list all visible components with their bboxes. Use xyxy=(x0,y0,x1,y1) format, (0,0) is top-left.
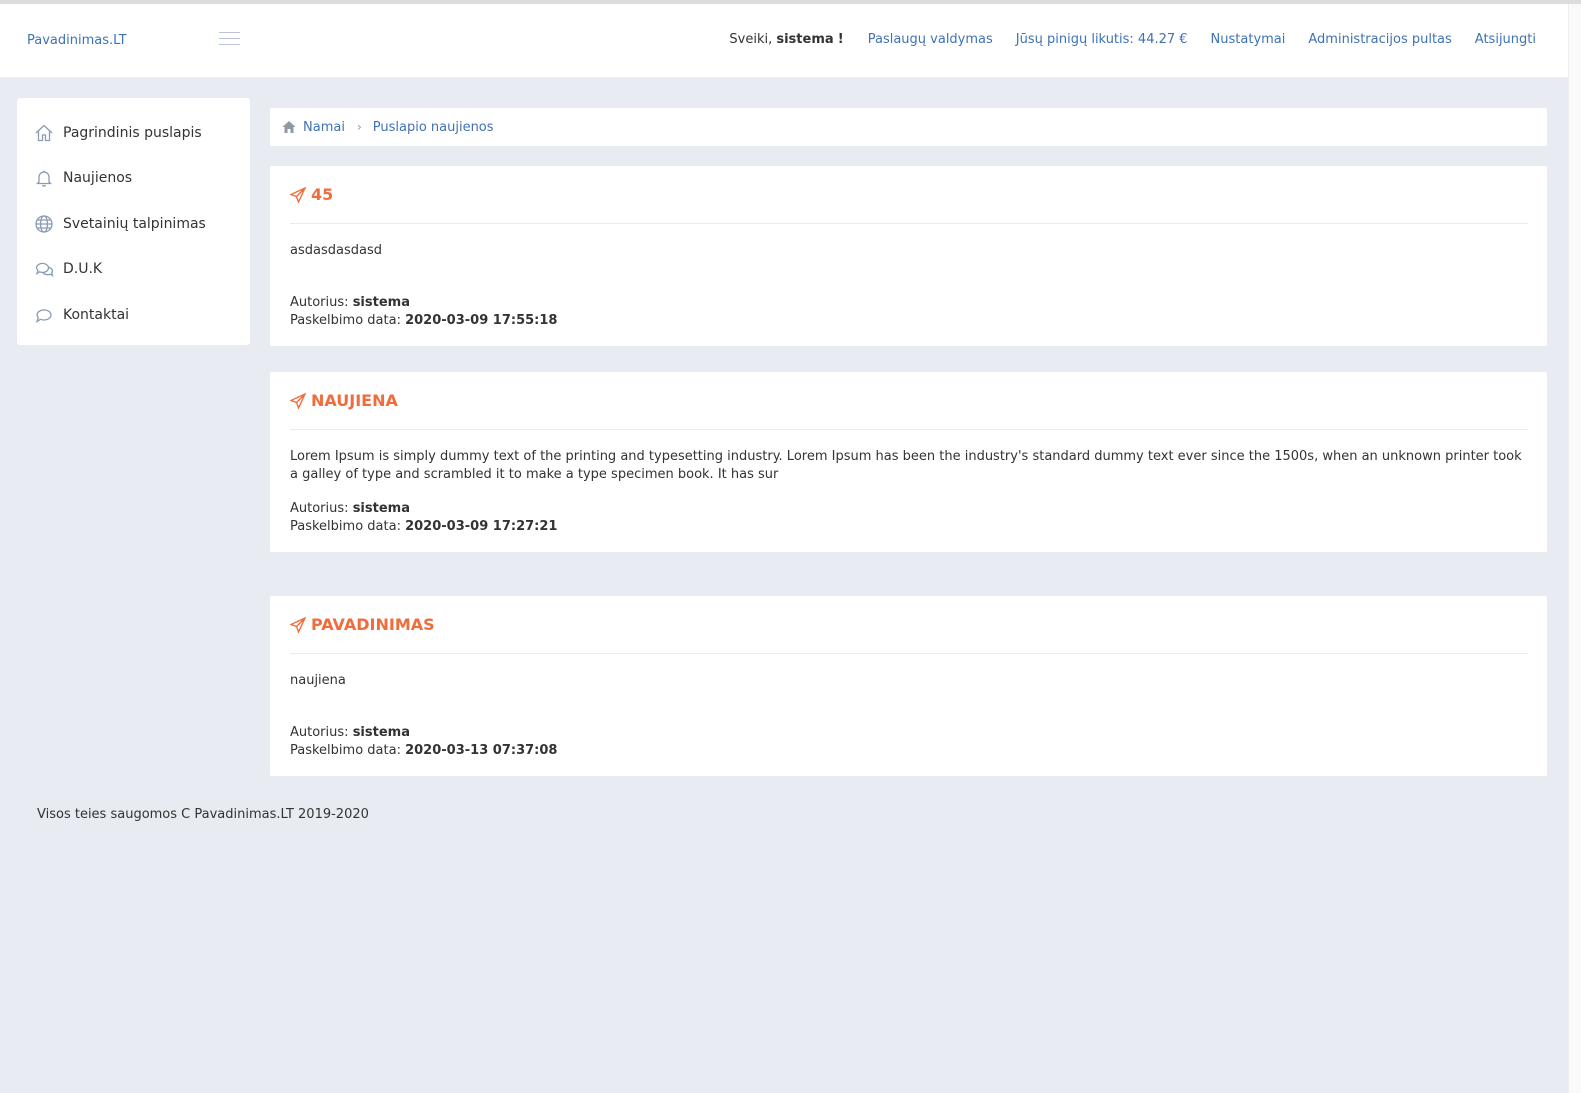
author-name: sistema xyxy=(352,501,410,516)
sidebar-item-label: Kontaktai xyxy=(63,306,130,323)
news-meta: Autorius: sistema Paskelbimo data: 2020-… xyxy=(290,278,1528,346)
nav-logout-link[interactable]: Atsijungti xyxy=(1475,32,1536,47)
sidebar-item-faq[interactable]: D.U.K xyxy=(17,247,250,293)
sidebar: Pagrindinis puslapis Naujienos Svetainių… xyxy=(17,98,250,345)
news-card-title: NAUJIENA xyxy=(290,372,1528,430)
news-body: asdasdasdasd xyxy=(290,243,382,258)
news-title-text: NAUJIENA xyxy=(311,391,398,410)
chevron-right-icon: › xyxy=(356,120,362,134)
news-card-title: 45 xyxy=(290,166,1528,224)
globe-icon xyxy=(35,215,53,233)
footer-copyright: Visos teies saugomos C Pavadinimas.LT 20… xyxy=(37,807,369,822)
news-body: Lorem Ipsum is simply dummy text of the … xyxy=(290,449,1522,482)
nav-admin-link[interactable]: Administracijos pultas xyxy=(1308,32,1451,47)
chat-icon xyxy=(35,263,54,278)
top-nav-links: Sveiki, sistema ! Paslaugų valdymas Jūsų… xyxy=(729,32,1536,47)
sidebar-item-contacts[interactable]: Kontaktai xyxy=(17,292,250,338)
nav-settings-link[interactable]: Nustatymai xyxy=(1211,32,1286,47)
news-card: 45 asdasdasdasd Autorius: sistema Paskel… xyxy=(270,166,1547,346)
greeting-username: sistema xyxy=(776,32,834,47)
sidebar-item-news[interactable]: Naujienos xyxy=(17,156,250,202)
news-meta: Autorius: sistema Paskelbimo data: 2020-… xyxy=(290,708,1528,776)
author-label: Autorius: xyxy=(290,501,349,516)
date-label: Paskelbimo data: xyxy=(290,743,401,758)
date-label: Paskelbimo data: xyxy=(290,519,401,534)
sidebar-item-label: Svetainių talpinimas xyxy=(63,215,206,232)
news-title-text: 45 xyxy=(311,185,334,204)
brand-logo-link[interactable]: Pavadinimas.LT xyxy=(27,33,127,48)
breadcrumb-current-link[interactable]: Puslapio naujienos xyxy=(373,120,494,135)
author-label: Autorius: xyxy=(290,725,349,740)
bell-icon xyxy=(35,170,53,187)
greeting-suffix: ! xyxy=(837,32,844,47)
news-card: PAVADINIMAS naujiena Autorius: sistema P… xyxy=(270,596,1547,776)
paper-plane-icon xyxy=(290,186,306,203)
home-icon xyxy=(282,121,296,133)
news-card: NAUJIENA Lorem Ipsum is simply dummy tex… xyxy=(270,372,1547,552)
comment-icon xyxy=(35,309,52,323)
nav-services-link[interactable]: Paslaugų valdymas xyxy=(868,32,993,47)
author-name: sistema xyxy=(352,295,410,310)
publish-date: 2020-03-09 17:27:21 xyxy=(405,519,558,534)
paper-plane-icon xyxy=(290,392,306,409)
date-label: Paskelbimo data: xyxy=(290,313,401,328)
publish-date: 2020-03-09 17:55:18 xyxy=(405,313,558,328)
sidebar-item-label: Naujienos xyxy=(63,170,133,187)
author-name: sistema xyxy=(352,725,410,740)
publish-date: 2020-03-13 07:37:08 xyxy=(405,743,558,758)
page-scrollbar[interactable] xyxy=(1568,4,1581,1093)
sidebar-item-label: D.U.K xyxy=(63,261,103,278)
top-navbar: Pavadinimas.LT Sveiki, sistema ! Paslaug… xyxy=(0,4,1568,77)
sidebar-item-home[interactable]: Pagrindinis puslapis xyxy=(17,110,250,156)
news-body: naujiena xyxy=(290,673,346,688)
news-title-text: PAVADINIMAS xyxy=(311,615,435,634)
home-icon xyxy=(35,124,53,141)
menu-toggle-icon[interactable] xyxy=(219,32,240,46)
news-card-title: PAVADINIMAS xyxy=(290,596,1528,654)
greeting: Sveiki, sistema ! xyxy=(729,32,843,47)
breadcrumb-home-link[interactable]: Namai xyxy=(303,120,345,135)
author-label: Autorius: xyxy=(290,295,349,310)
sidebar-item-label: Pagrindinis puslapis xyxy=(63,124,202,141)
paper-plane-icon xyxy=(290,616,306,633)
breadcrumb: Namai › Puslapio naujienos xyxy=(270,108,1547,146)
greeting-prefix: Sveiki, xyxy=(729,32,773,47)
news-meta: Autorius: sistema Paskelbimo data: 2020-… xyxy=(290,484,1528,552)
nav-balance-link[interactable]: Jūsų pinigų likutis: 44.27 € xyxy=(1016,32,1188,47)
sidebar-item-hosting[interactable]: Svetainių talpinimas xyxy=(17,201,250,247)
